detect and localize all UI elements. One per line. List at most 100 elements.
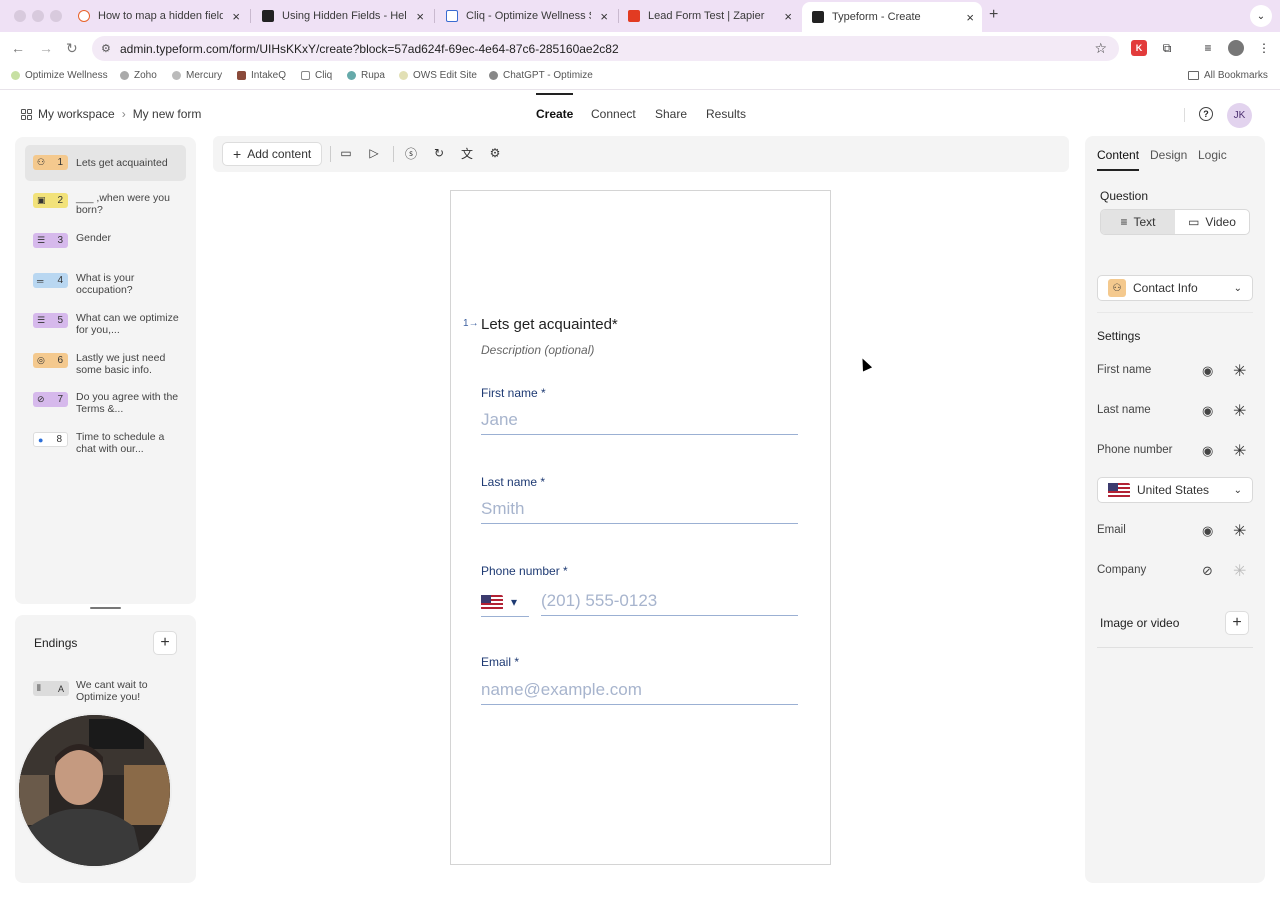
- site-info-icon[interactable]: ⚙: [101, 42, 111, 55]
- eye-icon[interactable]: ◉: [1202, 403, 1213, 419]
- address-bar-row: ← → ↻ ⚙ admin.typeform.com/form/UIHsKKxY…: [0, 32, 1280, 64]
- form-preview-canvas[interactable]: [450, 190, 831, 865]
- us-flag-icon: [1108, 482, 1130, 498]
- question-item[interactable]: ◎ 6 Lastly we just need some basic info.: [25, 350, 186, 386]
- question-item[interactable]: ☰ 5 What can we optimize for you,...: [25, 310, 186, 346]
- question-item[interactable]: ● 8 Time to schedule a chat with our...: [25, 429, 186, 465]
- browser-tab[interactable]: Using Hidden Fields - Help Ce ×: [252, 4, 432, 28]
- bookmark-item[interactable]: Zoho: [120, 70, 157, 81]
- forward-icon[interactable]: →: [39, 40, 53, 56]
- required-asterisk-icon[interactable]: ✳: [1233, 401, 1246, 421]
- eye-icon[interactable]: ◉: [1202, 523, 1213, 539]
- add-content-button[interactable]: + Add content: [222, 142, 323, 166]
- play-preview-icon[interactable]: ▷: [367, 146, 381, 160]
- tab-share[interactable]: Share: [655, 107, 687, 121]
- us-flag-icon: [481, 594, 503, 610]
- profile-avatar[interactable]: [1228, 40, 1244, 56]
- browser-tab[interactable]: Cliq - Optimize Wellness Solu ×: [436, 4, 616, 28]
- tab-search-icon[interactable]: ⌄: [1250, 5, 1272, 27]
- close-tab-icon[interactable]: ×: [966, 10, 974, 25]
- close-tab-icon[interactable]: ×: [416, 9, 424, 24]
- required-asterisk-icon[interactable]: ✳: [1233, 361, 1246, 381]
- breadcrumb-form-name[interactable]: My new form: [133, 107, 202, 121]
- email-field[interactable]: name@example.com: [481, 677, 798, 705]
- question-item[interactable]: ⚇ 1 Lets get acquainted: [25, 145, 186, 181]
- bookmark-item[interactable]: Rupa: [347, 70, 385, 81]
- question-section-label: Question: [1100, 189, 1149, 203]
- tab-design[interactable]: Design: [1150, 148, 1187, 162]
- question-item[interactable]: ☰ 3 Gender: [25, 230, 186, 266]
- cliq-favicon-icon: [446, 10, 458, 22]
- question-badge: ═ 4: [33, 273, 68, 288]
- bookmark-star-icon[interactable]: ☆: [1094, 40, 1107, 57]
- pricing-icon[interactable]: ⓢ: [404, 146, 418, 161]
- eye-off-icon[interactable]: ⊘: [1202, 563, 1213, 579]
- tab-title: Cliq - Optimize Wellness Solu: [466, 10, 591, 22]
- extensions-puzzle-icon[interactable]: ⧉: [1159, 40, 1175, 56]
- media-control-icon[interactable]: ≡: [1200, 40, 1216, 56]
- text-format-button[interactable]: ≡ Text: [1101, 210, 1175, 234]
- question-description[interactable]: Description (optional): [481, 343, 594, 357]
- bookmark-item[interactable]: Mercury: [172, 70, 222, 81]
- tab-results[interactable]: Results: [706, 107, 746, 121]
- country-dropdown[interactable]: United States ⌄: [1097, 477, 1253, 503]
- bookmark-item[interactable]: Cliq: [301, 70, 332, 81]
- back-icon[interactable]: ←: [11, 40, 25, 56]
- plus-icon: +: [233, 146, 242, 162]
- first-name-field[interactable]: Jane: [481, 407, 798, 435]
- add-ending-button[interactable]: +: [153, 631, 177, 655]
- bookmark-item[interactable]: IntakeQ: [237, 70, 286, 81]
- question-item[interactable]: ═ 4 What is your occupation?: [25, 270, 186, 306]
- loop-icon[interactable]: ↻: [432, 146, 446, 160]
- help-icon[interactable]: ?: [1199, 107, 1213, 121]
- close-window-icon[interactable]: [14, 10, 26, 22]
- browser-menu-icon[interactable]: ⋮: [1256, 40, 1272, 56]
- reload-icon[interactable]: ↻: [66, 40, 78, 57]
- phone-number-field[interactable]: (201) 555-0123: [541, 588, 798, 616]
- settings-gear-icon[interactable]: ⚙: [488, 146, 502, 160]
- question-item[interactable]: ⊘ 7 Do you agree with the Terms &...: [25, 389, 186, 425]
- question-badge: ⊘ 7: [33, 392, 68, 407]
- required-asterisk-icon[interactable]: ✳: [1233, 561, 1246, 581]
- close-tab-icon[interactable]: ×: [600, 9, 608, 24]
- browser-tab[interactable]: How to map a hidden field in ×: [68, 4, 248, 28]
- avatar[interactable]: JK: [1227, 103, 1252, 128]
- panel-resize-handle[interactable]: [90, 607, 121, 609]
- bookmark-item[interactable]: Optimize Wellness: [11, 70, 108, 81]
- close-tab-icon[interactable]: ×: [784, 9, 792, 24]
- all-bookmarks[interactable]: All Bookmarks: [1188, 70, 1268, 81]
- last-name-field[interactable]: Smith: [481, 496, 798, 524]
- question-title[interactable]: Lets get acquainted*: [481, 316, 618, 333]
- eye-icon[interactable]: ◉: [1202, 443, 1213, 459]
- url-text: admin.typeform.com/form/UIHsKKxY/create?…: [120, 41, 619, 56]
- translate-icon[interactable]: 文: [460, 146, 474, 161]
- extension-icon[interactable]: K: [1131, 40, 1147, 56]
- question-type-dropdown[interactable]: ⚇ Contact Info ⌄: [1097, 275, 1253, 301]
- close-tab-icon[interactable]: ×: [232, 9, 240, 24]
- required-asterisk-icon[interactable]: ✳: [1233, 441, 1246, 461]
- minimize-window-icon[interactable]: [32, 10, 44, 22]
- question-text: ___ ,when were you born?: [76, 192, 170, 216]
- desktop-preview-icon[interactable]: ▭: [339, 146, 353, 160]
- tab-content[interactable]: Content: [1097, 148, 1140, 171]
- bookmark-item[interactable]: ChatGPT - Optimize: [489, 70, 593, 81]
- required-asterisk-icon[interactable]: ✳: [1233, 521, 1246, 541]
- breadcrumb-workspace[interactable]: My workspace: [38, 107, 115, 121]
- question-item[interactable]: ▣ 2 ___ ,when were you born?: [25, 190, 186, 226]
- country-code-select[interactable]: ▾: [481, 588, 529, 617]
- browser-tab-active[interactable]: Typeform - Create ×: [802, 2, 982, 32]
- last-name-label: Last name *: [481, 475, 546, 489]
- eye-icon[interactable]: ◉: [1202, 363, 1213, 379]
- video-format-button[interactable]: ▭ Video: [1175, 210, 1249, 234]
- browser-tab[interactable]: Lead Form Test | Zapier ×: [618, 4, 800, 28]
- new-tab-icon[interactable]: +: [989, 6, 998, 24]
- app-header: My workspace › My new form Create Connec…: [0, 93, 1280, 136]
- tab-connect[interactable]: Connect: [591, 107, 636, 121]
- tab-logic[interactable]: Logic: [1198, 148, 1227, 162]
- tab-create[interactable]: Create: [536, 93, 574, 121]
- url-field[interactable]: ⚙ admin.typeform.com/form/UIHsKKxY/creat…: [92, 36, 1119, 61]
- site-favicon-icon: [78, 10, 90, 22]
- maximize-window-icon[interactable]: [50, 10, 62, 22]
- bookmark-item[interactable]: OWS Edit Site: [399, 70, 477, 81]
- add-image-button[interactable]: +: [1225, 611, 1249, 635]
